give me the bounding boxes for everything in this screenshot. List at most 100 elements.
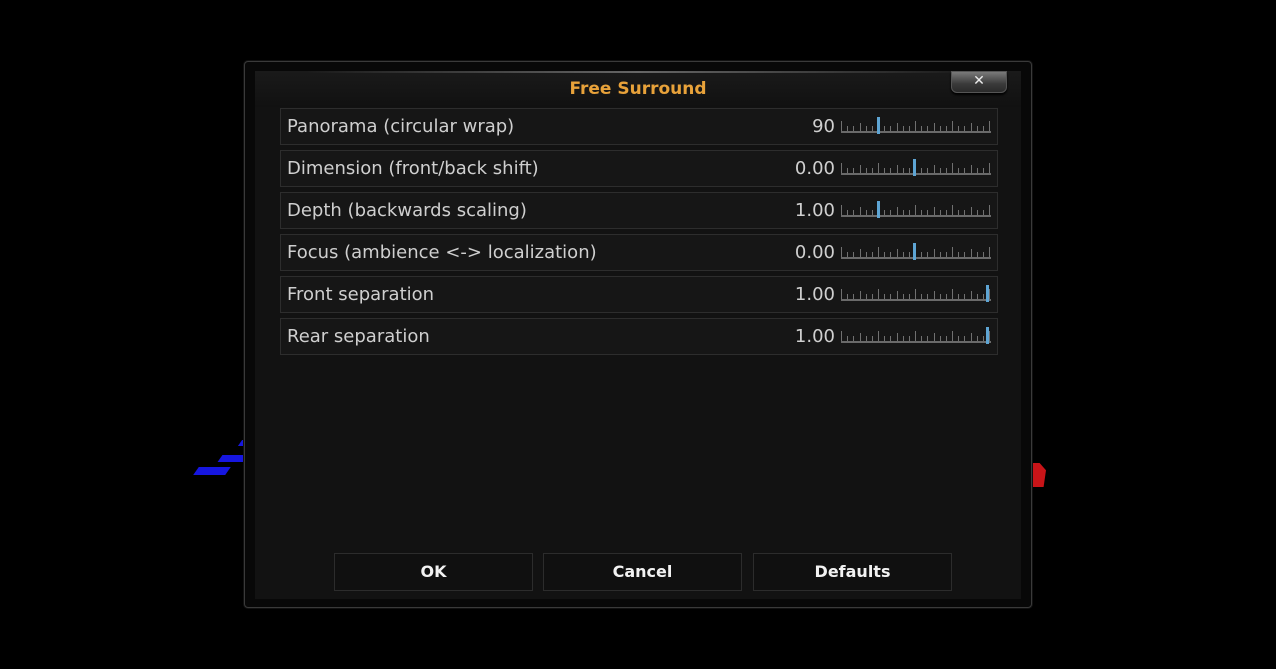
slider-tick [866,210,867,215]
slider-tick [921,210,922,215]
close-button[interactable]: ✕ [951,71,1007,93]
setting-label: Dimension (front/back shift) [287,158,539,179]
slider-tick [977,294,978,299]
slider-tick [909,126,910,131]
slider-tick [860,123,861,131]
slider-tick [903,294,904,299]
slider-tick [841,163,842,173]
slider-tick [977,210,978,215]
slider-tick [971,123,972,131]
slider-tick [847,294,848,299]
setting-value: 1.00 [794,326,835,347]
slider-tick [952,247,953,257]
slider-tick [921,336,922,341]
slider-tick [915,121,916,131]
cancel-button[interactable]: Cancel [543,553,742,591]
slider-tick [952,331,953,341]
dimension-slider[interactable] [841,159,991,177]
focus-slider[interactable] [841,243,991,261]
depth-slider[interactable] [841,201,991,219]
slider-tick [983,168,984,173]
dialog-header: Free Surround ✕ [255,71,1021,107]
slider-tick [853,336,854,341]
slider-tick [860,291,861,299]
slider-tick [860,249,861,257]
setting-front-separation[interactable]: Front separation 1.00 [280,276,998,313]
slider-tick [971,249,972,257]
slider-knob[interactable] [913,159,916,176]
slider-tick [878,247,879,257]
slider-tick [841,289,842,299]
slider-tick [927,336,928,341]
setting-label: Depth (backwards scaling) [287,200,527,221]
free-surround-dialog: Free Surround ✕ Panorama (circular wrap)… [255,71,1021,599]
slider-tick [958,210,959,215]
slider-tick [884,252,885,257]
close-icon: ✕ [973,73,985,89]
slider-tick [866,168,867,173]
slider-tick [878,289,879,299]
slider-tick [964,126,965,131]
slider-knob[interactable] [986,285,989,302]
slider-tick [890,168,891,173]
setting-dimension[interactable]: Dimension (front/back shift) 0.00 [280,150,998,187]
slider-tick [977,252,978,257]
slider-tick [927,252,928,257]
setting-depth[interactable]: Depth (backwards scaling) 1.00 [280,192,998,229]
defaults-button[interactable]: Defaults [753,553,952,591]
slider-tick [890,210,891,215]
slider-tick [853,168,854,173]
slider-tick [958,294,959,299]
slider-tick [940,336,941,341]
setting-rear-separation[interactable]: Rear separation 1.00 [280,318,998,355]
slider-tick [964,294,965,299]
slider-tick [872,210,873,215]
slider-tick [841,121,842,131]
slider-tick [989,205,990,215]
slider-tick [897,333,898,341]
slider-tick [946,168,947,173]
slider-tick [934,249,935,257]
slider-tick [964,252,965,257]
slider-knob[interactable] [913,243,916,260]
slider-knob[interactable] [877,201,880,218]
slider-tick [884,336,885,341]
rear-separation-slider[interactable] [841,327,991,345]
slider-tick [983,126,984,131]
slider-tick [847,168,848,173]
slider-tick [983,294,984,299]
slider-tick [971,333,972,341]
slider-tick [983,252,984,257]
setting-focus[interactable]: Focus (ambience <-> localization) 0.00 [280,234,998,271]
panorama-slider[interactable] [841,117,991,135]
background-red-shape [1030,463,1046,487]
slider-tick [971,165,972,173]
slider-knob[interactable] [986,327,989,344]
slider-tick [897,207,898,215]
slider-tick [853,252,854,257]
slider-tick [847,210,848,215]
slider-tick [964,168,965,173]
slider-tick [903,126,904,131]
slider-tick [884,168,885,173]
setting-panorama[interactable]: Panorama (circular wrap) 90 [280,108,998,145]
slider-tick [866,294,867,299]
slider-tick [977,126,978,131]
slider-tick [940,252,941,257]
setting-value: 0.00 [794,242,835,263]
slider-tick [884,126,885,131]
slider-tick [958,126,959,131]
setting-value: 1.00 [794,200,835,221]
ok-button[interactable]: OK [334,553,533,591]
slider-knob[interactable] [877,117,880,134]
slider-tick [946,210,947,215]
front-separation-slider[interactable] [841,285,991,303]
slider-tick [866,126,867,131]
slider-tick [847,336,848,341]
slider-tick [927,210,928,215]
slider-tick [903,336,904,341]
dialog-title: Free Surround [569,79,707,99]
slider-tick [915,205,916,215]
slider-tick [989,247,990,257]
slider-tick [927,168,928,173]
